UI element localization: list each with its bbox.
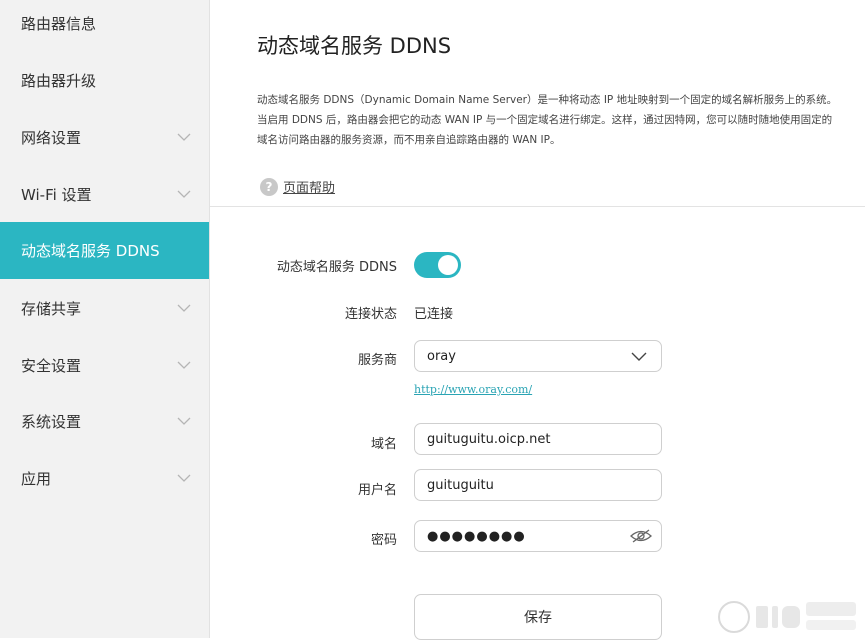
username-label: 用户名 xyxy=(357,483,397,498)
sidebar-item-label: 系统设置 xyxy=(21,413,82,431)
provider-select[interactable]: oray xyxy=(414,340,662,372)
password-input[interactable]: ●●●●●●●● xyxy=(427,529,526,544)
sidebar-item-label: 路由器升级 xyxy=(21,72,97,90)
page-title: 动态域名服务 DDNS xyxy=(257,34,452,58)
eye-hidden-icon[interactable] xyxy=(630,528,652,544)
sidebar-item-ddns[interactable]: 动态域名服务 DDNS xyxy=(0,222,209,279)
provider-url-link[interactable]: http://www.oray.com/ xyxy=(414,383,532,396)
chevron-down-icon xyxy=(177,188,191,202)
sidebar-item-label: 应用 xyxy=(21,470,52,488)
domain-label: 域名 xyxy=(370,437,397,452)
sidebar-item-storage-sharing[interactable]: 存储共享 xyxy=(0,280,209,337)
sidebar-item-apps[interactable]: 应用 xyxy=(0,450,209,507)
username-input[interactable] xyxy=(427,477,617,493)
sidebar-item-router-info[interactable]: 路由器信息 xyxy=(0,0,209,52)
watermark-logo xyxy=(718,601,856,633)
provider-label: 服务商 xyxy=(357,353,397,368)
sidebar-item-label: 路由器信息 xyxy=(21,15,97,33)
chevron-down-icon xyxy=(177,472,191,486)
page-help-link[interactable]: 页面帮助 xyxy=(283,177,335,196)
toggle-knob xyxy=(438,255,458,275)
sidebar-item-label: 网络设置 xyxy=(21,129,82,147)
domain-input[interactable] xyxy=(427,431,617,447)
save-button[interactable]: 保存 xyxy=(414,594,662,640)
sidebar-item-router-upgrade[interactable]: 路由器升级 xyxy=(0,52,209,109)
chevron-down-icon xyxy=(177,415,191,429)
provider-value: oray xyxy=(427,348,456,364)
ddns-toggle[interactable] xyxy=(414,252,461,278)
sidebar-item-wifi-settings[interactable]: Wi-Fi 设置 xyxy=(0,166,209,223)
sidebar-item-security-settings[interactable]: 安全设置 xyxy=(0,337,209,394)
password-label: 密码 xyxy=(370,533,397,548)
sidebar-item-label: Wi-Fi 设置 xyxy=(21,186,92,204)
status-value: 已连接 xyxy=(414,307,454,322)
sidebar-item-label: 动态域名服务 DDNS xyxy=(21,242,160,260)
chevron-down-icon xyxy=(177,359,191,373)
chevron-down-icon xyxy=(631,352,647,361)
sidebar-item-label: 存储共享 xyxy=(21,300,82,318)
chevron-down-icon xyxy=(177,131,191,145)
username-field[interactable] xyxy=(414,469,662,501)
chevron-down-icon xyxy=(177,302,191,316)
page-help[interactable]: ? 页面帮助 xyxy=(260,177,335,196)
page-description: 动态域名服务 DDNS（Dynamic Domain Name Server）是… xyxy=(257,90,862,150)
status-label: 连接状态 xyxy=(344,307,397,322)
divider xyxy=(210,206,865,207)
description-line: 当启用 DDNS 后，路由器会把它的动态 WAN IP 与一个固定域名进行绑定。… xyxy=(257,114,833,126)
sidebar-item-network-settings[interactable]: 网络设置 xyxy=(0,109,209,166)
question-circle-icon: ? xyxy=(260,177,278,196)
password-field[interactable]: ●●●●●●●● xyxy=(414,520,662,552)
sidebar-item-label: 安全设置 xyxy=(21,357,82,375)
description-line: 域名访问路由器的服务资源，而不用亲自追踪路由器的 WAN IP。 xyxy=(257,134,561,146)
description-line: 动态域名服务 DDNS（Dynamic Domain Name Server）是… xyxy=(257,94,838,106)
ddns-label: 动态域名服务 DDNS xyxy=(276,260,397,275)
domain-field[interactable] xyxy=(414,423,662,455)
sidebar-item-system-settings[interactable]: 系统设置 xyxy=(0,393,209,450)
sidebar: 路由器信息 路由器升级 网络设置 Wi-Fi 设置 动态域名服务 DDNS 存储… xyxy=(0,0,210,638)
